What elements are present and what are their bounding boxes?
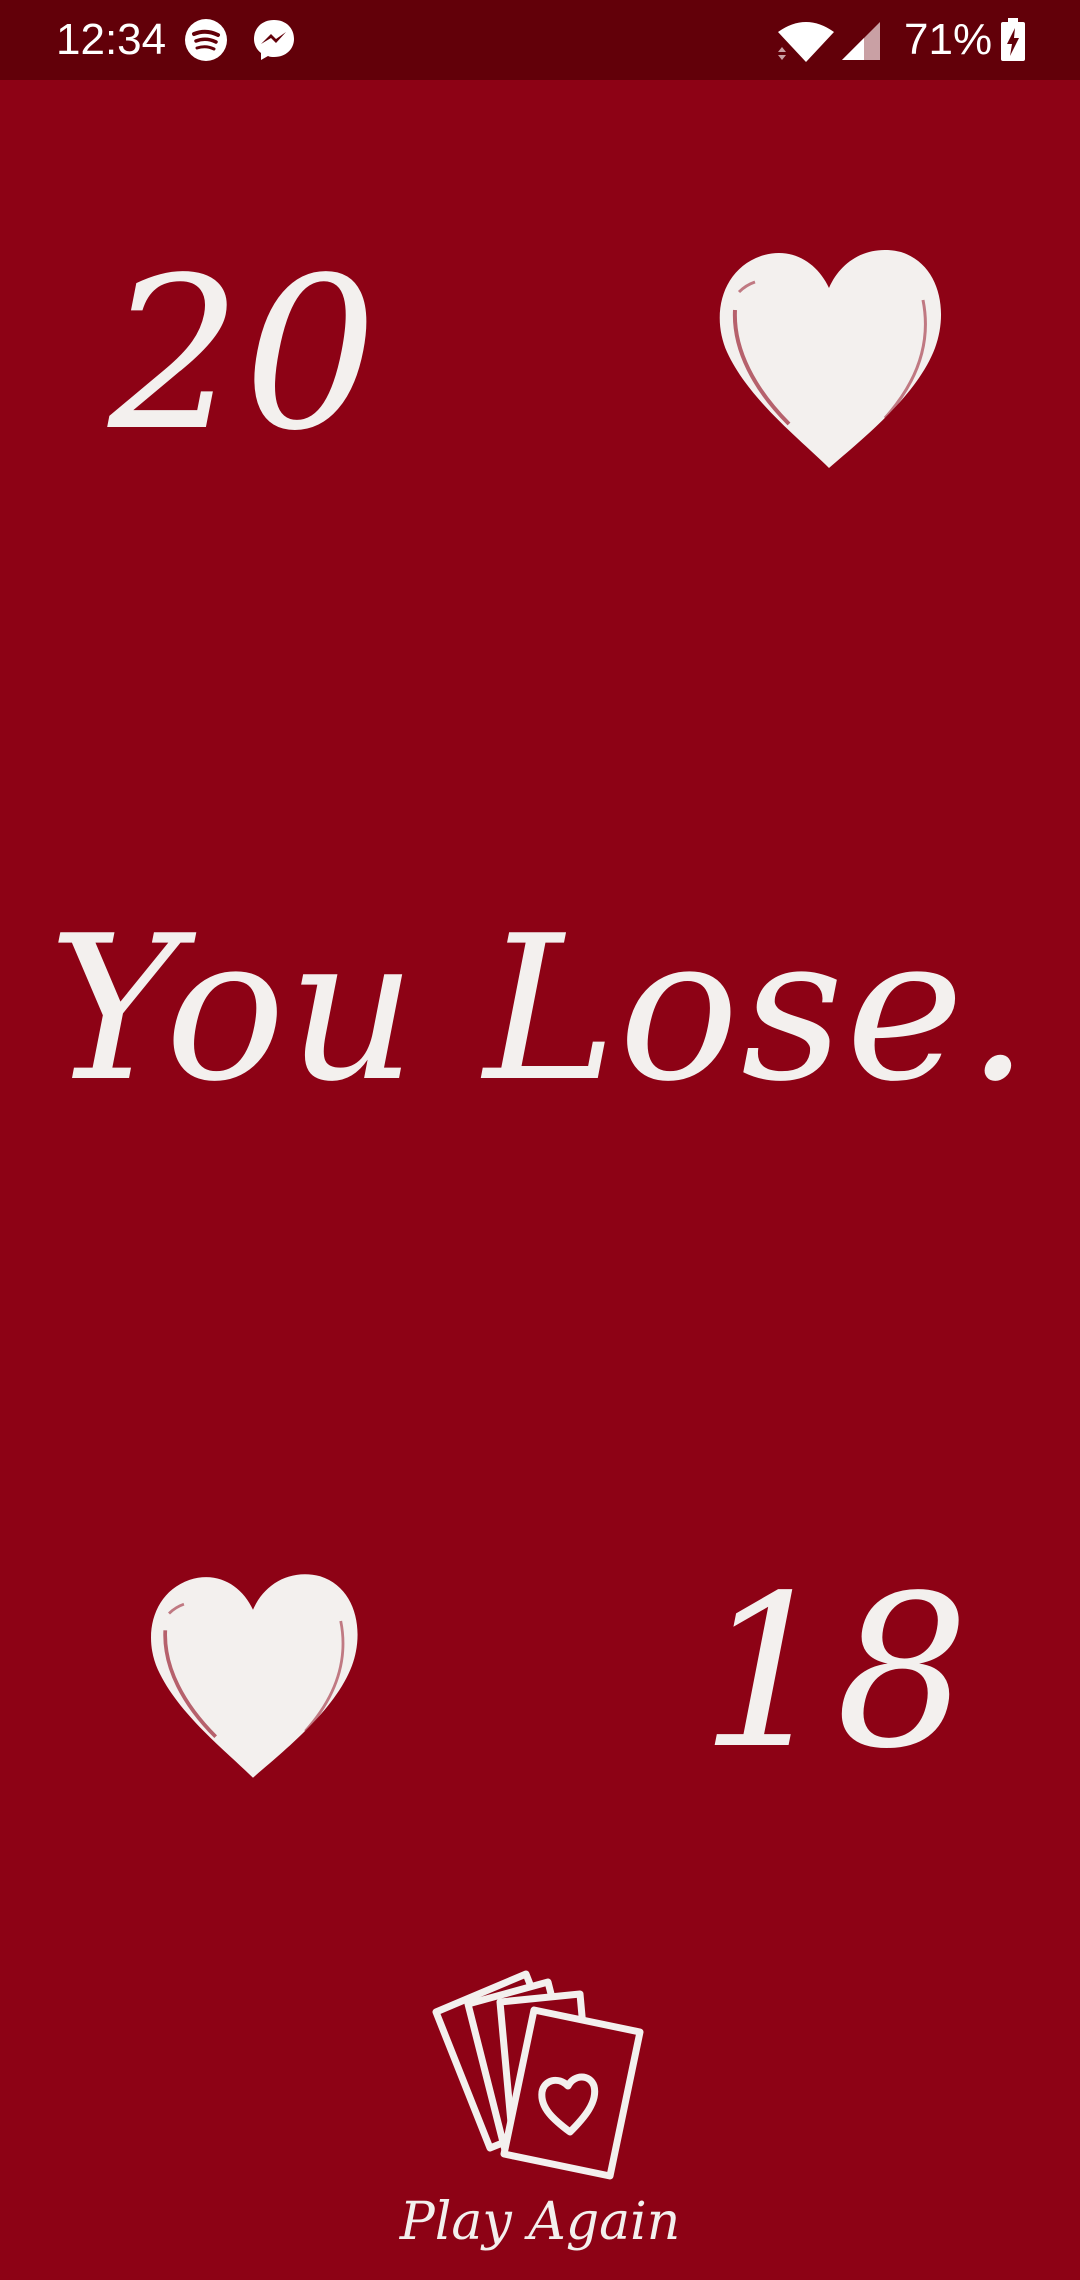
battery-charging-icon: [1001, 18, 1025, 61]
opponent-score: 20: [108, 232, 380, 477]
result-message: You Lose.: [48, 893, 1032, 1126]
heart-icon: [719, 249, 942, 468]
play-again-button[interactable]: Play Again: [380, 1950, 700, 2270]
status-bar: 12:34 71%: [0, 0, 1080, 80]
status-time: 12:34: [56, 15, 167, 64]
heart-icon: [151, 1574, 358, 1778]
playing-cards-icon[interactable]: [430, 1962, 650, 2182]
messenger-icon: [254, 20, 294, 60]
battery-percentage: 71%: [904, 15, 993, 64]
spotify-icon: [185, 19, 227, 61]
play-again-label[interactable]: Play Again: [380, 2190, 700, 2254]
player-score: 18: [700, 1550, 972, 1795]
signal-icon: [842, 22, 880, 60]
wifi-icon: [778, 22, 834, 62]
